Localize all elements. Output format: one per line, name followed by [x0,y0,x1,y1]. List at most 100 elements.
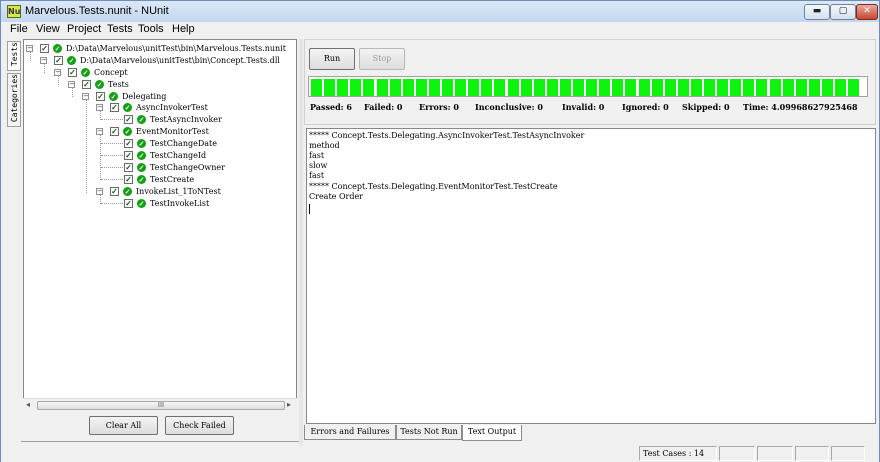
tree-node-label: D:\Data\Marvelous\unitTest\bin\Concept.T… [80,56,280,65]
checkbox-icon[interactable]: ✓ [110,187,119,196]
check-failed-button[interactable]: Check Failed [165,416,234,435]
checkbox-icon[interactable]: ✓ [124,115,133,124]
left-panel-divider [21,441,299,443]
pass-icon: ✓ [123,187,132,196]
progress-segment [612,79,624,96]
tree-connector [101,155,123,156]
progress-segment [533,79,545,96]
menu-tests[interactable]: Tests [107,23,133,35]
tree-node-label: TestChangeDate [150,139,217,148]
progress-segment [730,79,742,96]
checkbox-icon[interactable]: ✓ [110,103,119,112]
progress-segment [363,79,375,96]
stop-button[interactable]: Stop [359,48,405,70]
scroll-thumb[interactable]: III [37,401,285,410]
progress-segment [494,79,506,96]
progress-segment [350,79,362,96]
progress-segment [717,79,729,96]
clear-all-button[interactable]: Clear All [89,416,158,435]
pass-icon: ✓ [67,56,76,65]
progress-segment [455,79,467,96]
tab-categories[interactable]: Categories [7,73,21,127]
tree-node-label: TestAsyncInvoker [150,115,222,124]
status-panel [831,446,865,461]
text-caret [309,204,310,214]
progress-segment [808,79,820,96]
menu-tools[interactable]: Tools [138,23,164,35]
collapse-icon[interactable]: − [54,69,61,76]
tree-connector [100,132,101,180]
checkbox-icon[interactable]: ✓ [124,199,133,208]
tree-connector [101,179,123,180]
progress-segment [782,79,794,96]
output-line: fast [309,151,325,160]
checkbox-icon[interactable]: ✓ [96,92,105,101]
checkbox-icon[interactable]: ✓ [124,175,133,184]
tab-categories-label: Categories [10,74,19,123]
pass-icon: ✓ [137,199,146,208]
menu-project[interactable]: Project [67,23,101,35]
output-tab-strip: Errors and Failures Tests Not Run Text O… [304,425,864,441]
progress-segment [690,79,702,96]
title-bar[interactable]: Nu Marvelous.Tests.nunit - NUnit ▬ ▢ ✕ [1,1,879,22]
collapse-icon[interactable]: − [96,128,103,135]
checkbox-icon[interactable]: ✓ [68,68,77,77]
text-output-pane[interactable]: ***** Concept.Tests.Delegating.AsyncInvo… [306,128,876,424]
progress-segment [677,79,689,96]
progress-segment [520,79,532,96]
progress-segment [468,79,480,96]
checkbox-icon[interactable]: ✓ [124,163,133,172]
progress-segment [389,79,401,96]
pass-icon: ✓ [137,115,146,124]
progress-segment [559,79,571,96]
minimize-button[interactable]: ▬ [804,4,830,20]
menu-file[interactable]: File [10,23,28,35]
menu-view[interactable]: View [36,23,60,35]
close-button[interactable]: ✕ [856,4,878,20]
collapse-icon[interactable]: − [26,45,33,52]
run-button[interactable]: Run [309,48,355,70]
checkbox-icon[interactable]: ✓ [54,56,63,65]
panel-splitter[interactable] [299,39,303,447]
progress-segment [481,79,493,96]
menu-help[interactable]: Help [172,23,195,35]
collapse-icon[interactable]: − [68,81,75,88]
status-panel [757,446,793,461]
output-line: Create Order [309,192,364,201]
test-tree[interactable]: − ✓ ✓ D:\Data\Marvelous\unitTest\bin\Mar… [23,39,297,411]
tab-tests-not-run[interactable]: Tests Not Run [396,425,462,440]
checkbox-icon[interactable]: ✓ [40,44,49,53]
checkbox-icon[interactable]: ✓ [124,151,133,160]
pass-icon: ✓ [123,103,132,112]
tab-errors-and-failures[interactable]: Errors and Failures [304,425,396,440]
checkbox-icon[interactable]: ✓ [124,139,133,148]
tree-horizontal-scrollbar[interactable]: ◂ III ▸ [23,398,297,411]
side-tab-strip: Tests Categories [7,41,21,441]
status-test-cases: Test Cases : 14 [639,446,717,461]
collapse-icon[interactable]: − [40,57,47,64]
checkbox-icon[interactable]: ✓ [82,80,91,89]
progress-segment [638,79,650,96]
progress-segment [337,79,349,96]
output-line: slow [309,161,328,170]
tree-node-label: D:\Data\Marvelous\unitTest\bin\Marvelous… [66,44,286,53]
collapse-icon[interactable]: − [96,188,103,195]
summary-failed: Failed: 0 [364,102,403,112]
tree-connector [101,119,123,120]
summary-inconclusive: Inconclusive: 0 [475,102,543,112]
scroll-left-icon[interactable]: ◂ [26,400,30,409]
maximize-button[interactable]: ▢ [830,4,856,20]
scroll-right-icon[interactable]: ▸ [287,400,291,409]
pass-icon: ✓ [137,175,146,184]
checkbox-icon[interactable]: ✓ [110,127,119,136]
progress-segment [442,79,453,96]
collapse-icon[interactable]: − [82,93,89,100]
tab-text-output[interactable]: Text Output [462,425,522,441]
collapse-icon[interactable]: − [96,104,103,111]
tab-tests[interactable]: Tests [7,41,21,71]
pass-icon: ✓ [81,68,90,77]
summary-errors: Errors: 0 [419,102,459,112]
summary-ignored: Ignored: 0 [622,102,669,112]
pass-icon: ✓ [95,80,104,89]
progress-segment [311,79,322,96]
